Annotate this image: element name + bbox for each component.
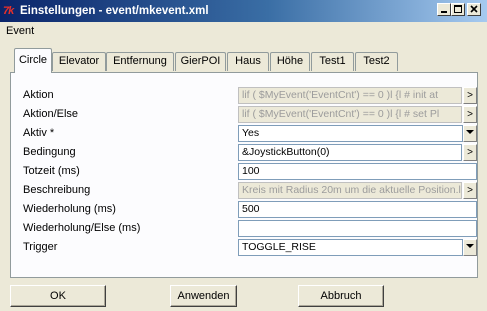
close-button[interactable] bbox=[467, 3, 481, 16]
property-row-aktion-else: Aktion/Else lif ( $MyEvent('EventCnt') =… bbox=[11, 106, 477, 123]
ok-button[interactable]: OK bbox=[10, 285, 106, 307]
property-label: Aktion bbox=[23, 89, 54, 101]
apply-button[interactable]: Anwenden bbox=[170, 285, 237, 307]
trigger-dropdown-button[interactable] bbox=[463, 239, 477, 256]
aktion-else-field[interactable]: lif ( $MyEvent('EventCnt') == 0 )l {l # … bbox=[238, 106, 462, 123]
tab-elevator[interactable]: Elevator bbox=[52, 52, 106, 71]
aktion-else-edit-button[interactable]: > bbox=[463, 106, 477, 123]
cancel-button[interactable]: Abbruch bbox=[298, 285, 384, 307]
tab-circle[interactable]: Circle bbox=[14, 48, 52, 73]
property-row-aktiv: Aktiv * Yes bbox=[11, 125, 477, 142]
minimize-icon bbox=[441, 11, 447, 13]
aktiv-select[interactable]: Yes bbox=[238, 125, 463, 142]
property-row-bedingung: Bedingung &JoystickButton(0) > bbox=[11, 144, 477, 161]
aktion-field[interactable]: lif ( $MyEvent('EventCnt') == 0 )l {l # … bbox=[238, 87, 462, 104]
close-icon bbox=[470, 5, 478, 13]
totzeit-field[interactable]: 100 bbox=[238, 163, 477, 180]
title-bar[interactable]: 7k Einstellungen - event/mkevent.xml bbox=[0, 0, 487, 22]
wiederholung-field[interactable]: 500 bbox=[238, 201, 477, 218]
trigger-select[interactable]: TOGGLE_RISE bbox=[238, 239, 463, 256]
maximize-button[interactable] bbox=[451, 3, 465, 16]
menu-bar: Event bbox=[0, 22, 487, 40]
property-label: Aktiv * bbox=[23, 127, 55, 139]
tab-haus[interactable]: Haus bbox=[227, 52, 269, 71]
minimize-button[interactable] bbox=[437, 3, 451, 16]
settings-window: 7k Einstellungen - event/mkevent.xml Eve… bbox=[0, 0, 487, 311]
property-label: Trigger bbox=[23, 241, 58, 253]
property-row-trigger: Trigger TOGGLE_RISE bbox=[11, 239, 477, 256]
property-label: Wiederholung (ms) bbox=[23, 203, 116, 215]
tab-test2[interactable]: Test2 bbox=[355, 52, 398, 71]
property-row-beschreibung: Beschreibung Kreis mit Radius 20m um die… bbox=[11, 182, 477, 199]
chevron-down-icon bbox=[466, 130, 474, 134]
window-title: Einstellungen - event/mkevent.xml bbox=[20, 5, 209, 17]
bedingung-edit-button[interactable]: > bbox=[463, 144, 477, 161]
aktion-edit-button[interactable]: > bbox=[463, 87, 477, 104]
properties-panel: Aktion lif ( $MyEvent('EventCnt') == 0 )… bbox=[10, 72, 478, 278]
property-label: Aktion/Else bbox=[23, 108, 79, 120]
property-label: Beschreibung bbox=[23, 184, 91, 196]
property-row-aktion: Aktion lif ( $MyEvent('EventCnt') == 0 )… bbox=[11, 87, 477, 104]
beschreibung-edit-button[interactable]: > bbox=[463, 182, 477, 199]
beschreibung-field[interactable]: Kreis mit Radius 20m um die aktuelle Pos… bbox=[238, 182, 462, 199]
property-row-wiederholung: Wiederholung (ms) 500 bbox=[11, 201, 477, 218]
property-label: Totzeit (ms) bbox=[23, 165, 80, 177]
maximize-icon bbox=[454, 5, 462, 13]
aktiv-dropdown-button[interactable] bbox=[463, 125, 477, 142]
tab-gierpoi[interactable]: GierPOI bbox=[175, 52, 226, 71]
property-row-totzeit: Totzeit (ms) 100 bbox=[11, 163, 477, 180]
menu-event[interactable]: Event bbox=[3, 24, 37, 38]
property-row-wiederholung-else: Wiederholung/Else (ms) bbox=[11, 220, 477, 237]
app-logo-icon: 7k bbox=[3, 5, 14, 17]
tab-entfernung[interactable]: Entfernung bbox=[106, 52, 174, 71]
wiederholung-else-field[interactable] bbox=[238, 220, 477, 237]
bedingung-field[interactable]: &JoystickButton(0) bbox=[238, 144, 462, 161]
property-label: Wiederholung/Else (ms) bbox=[23, 222, 141, 234]
tab-hoehe[interactable]: Höhe bbox=[270, 52, 310, 71]
chevron-down-icon bbox=[466, 244, 474, 248]
property-label: Bedingung bbox=[23, 146, 76, 158]
tab-test1[interactable]: Test1 bbox=[311, 52, 354, 71]
